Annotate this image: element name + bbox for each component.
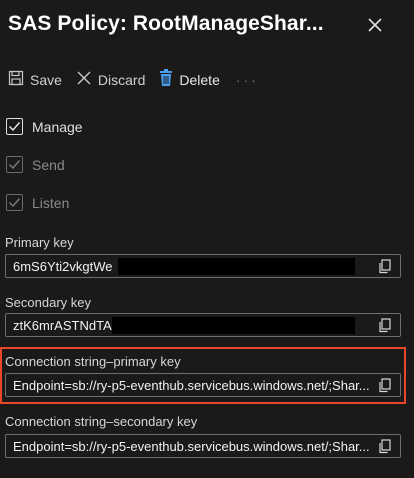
redaction-bar [118,258,355,275]
delete-icon [159,69,173,91]
copy-icon[interactable] [378,378,392,393]
manage-checkbox[interactable] [6,118,23,135]
save-label: Save [30,72,62,88]
conn-secondary-value: Endpoint=sb://ry-p5-eventhub.servicebus.… [13,439,370,454]
delete-button[interactable]: Delete [159,69,220,91]
copy-icon[interactable] [378,439,392,454]
save-icon [8,70,24,91]
send-label: Send [32,156,65,173]
listen-checkbox-row: Listen [6,194,69,211]
more-options-button[interactable]: ··· [236,72,259,88]
panel-header: SAS Policy: RootManageShar... [8,12,404,42]
manage-label: Manage [32,118,83,135]
primary-key-field[interactable]: 6mS6Yti2vkgtWe [5,254,401,278]
conn-primary-label: Connection string–primary key [5,354,181,369]
sas-policy-panel: SAS Policy: RootManageShar... Save Disca… [0,0,414,478]
send-checkbox [6,156,23,173]
copy-icon[interactable] [378,318,392,333]
delete-label: Delete [179,72,220,88]
discard-icon [76,70,92,91]
listen-checkbox [6,194,23,211]
discard-button[interactable]: Discard [76,70,145,91]
panel-title: SAS Policy: RootManageShar... [8,12,324,35]
primary-key-label: Primary key [5,235,74,250]
conn-secondary-label: Connection string–secondary key [5,414,198,429]
listen-label: Listen [32,194,70,211]
discard-label: Discard [97,72,146,88]
copy-icon[interactable] [378,259,392,274]
manage-checkbox-row[interactable]: Manage [6,118,83,135]
conn-primary-value: Endpoint=sb://ry-p5-eventhub.servicebus.… [13,378,370,393]
send-checkbox-row: Send [6,156,65,173]
close-icon[interactable] [364,14,386,36]
redaction-bar [112,317,355,334]
secondary-key-label: Secondary key [5,295,91,310]
conn-primary-field[interactable]: Endpoint=sb://ry-p5-eventhub.servicebus.… [5,373,401,397]
conn-secondary-field[interactable]: Endpoint=sb://ry-p5-eventhub.servicebus.… [5,434,401,458]
secondary-key-field[interactable]: ztK6mrASTNdTA [5,313,401,337]
save-button[interactable]: Save [8,70,62,91]
command-bar: Save Discard Delete ··· [8,66,259,94]
